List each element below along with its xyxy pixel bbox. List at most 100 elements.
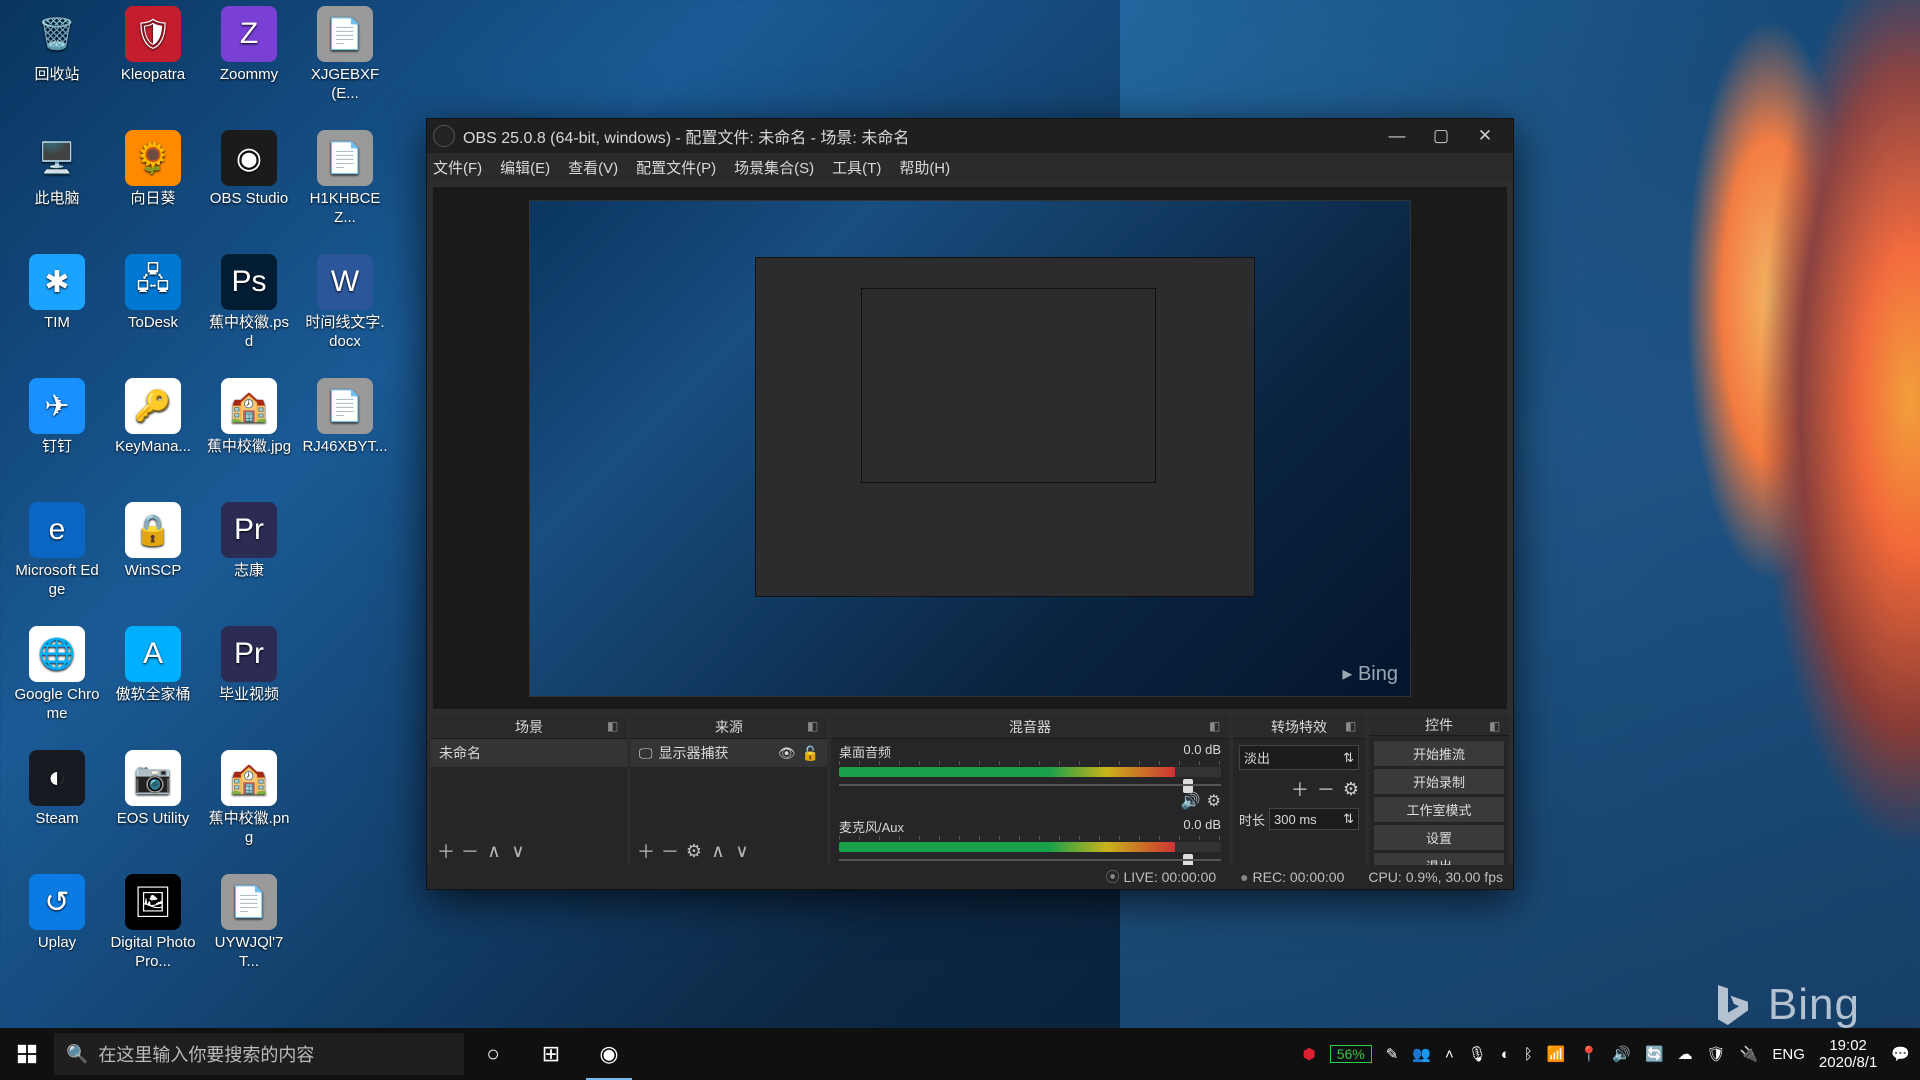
up-icon[interactable]: ∧ [709,841,727,862]
add-icon[interactable]: ＋ [637,838,655,864]
titlebar[interactable]: OBS 25.0.8 (64-bit, windows) - 配置文件: 未命名… [427,119,1513,153]
popout-icon[interactable]: ◧ [807,719,823,735]
settings-icon[interactable]: ⚙ [1207,791,1221,811]
desktop-icon[interactable]: 📄H1KHBCEZ... [302,130,388,228]
control-button[interactable]: 设置 [1373,824,1505,851]
desktop-icon[interactable]: ✈钉钉 [14,378,100,457]
popout-icon[interactable]: ◧ [607,719,623,735]
up-icon[interactable]: ∧ [485,841,503,862]
tray-people-icon[interactable]: 👥 [1412,1045,1431,1063]
desktop-icon[interactable]: 📄XJGEBXF(E... [302,6,388,104]
desktop-icon[interactable]: 🔑KeyMana... [110,378,196,457]
remove-icon[interactable]: － [461,838,479,864]
maximize-button[interactable]: ▢ [1419,122,1463,150]
remove-icon[interactable]: － [661,838,679,864]
tray-pen-icon[interactable]: ✎ [1386,1045,1399,1063]
lock-icon[interactable]: 🔓 [802,745,819,762]
close-button[interactable]: ✕ [1463,122,1507,150]
settings-icon[interactable]: ⚙ [685,841,703,862]
tray-steam-icon[interactable]: ◐ [1501,1046,1510,1063]
tray-app-icon[interactable]: ⬢ [1303,1045,1316,1063]
desktop-icon[interactable]: 🖥️此电脑 [14,130,100,209]
tray-sync-icon[interactable]: 🔄 [1645,1045,1664,1063]
preview-area[interactable]: ▸ Bing [433,187,1507,709]
minimize-button[interactable]: — [1375,122,1419,150]
desktop-icon[interactable]: 🌻向日葵 [110,130,196,209]
tray-location-icon[interactable]: 📍 [1580,1045,1599,1063]
menu-item[interactable]: 查看(V) [568,157,618,178]
notifications-button[interactable]: 💬 [1891,1045,1910,1063]
transition-select[interactable]: 淡出⇅ [1239,745,1359,770]
menu-item[interactable]: 编辑(E) [500,157,550,178]
taskbar-clock[interactable]: 19:02 2020/8/1 [1819,1037,1877,1072]
desktop-icon[interactable]: 🖼Digital Photo Pro... [110,874,196,972]
vu-meter [839,767,1221,777]
popout-icon[interactable]: ◧ [1489,719,1505,735]
desktop-icon[interactable]: 📄UYWJQl'7T... [206,874,292,972]
desktop-icon[interactable]: 🔒WinSCP [110,502,196,581]
tray-security-icon[interactable]: 🛡 [1707,1045,1726,1063]
add-icon[interactable]: ＋ [1291,776,1309,802]
menu-item[interactable]: 帮助(H) [899,157,950,178]
cortana-button[interactable]: ○ [464,1028,522,1080]
duration-input[interactable]: 300 ms⇅ [1269,808,1359,830]
desktop-icon[interactable]: 🖧ToDesk [110,254,196,333]
visibility-icon[interactable]: 👁 [778,745,796,762]
desktop-icon[interactable]: 📷EOS Utility [110,750,196,829]
menu-item[interactable]: 配置文件(P) [636,157,716,178]
tray-onedrive-icon[interactable]: ☁ [1678,1045,1693,1063]
tray-lang[interactable]: ENG [1772,1046,1805,1063]
desktop-icon[interactable]: 🏫蕉中校徽.png [206,750,292,848]
desktop-icon[interactable]: W时间线文字.docx [302,254,388,352]
volume-slider[interactable] [839,854,1221,865]
docks: 场景◧ 未命名 ＋ － ∧ ∨ 来源◧ 🖵 显示器捕获 👁 🔓 [427,715,1513,865]
tray-volume-icon[interactable]: 🔊 [1612,1045,1631,1063]
volume-slider[interactable] [839,779,1221,791]
desktop-icon[interactable]: A傲软全家桶 [110,626,196,705]
desktop-icon[interactable]: 🏫蕉中校徽.jpg [206,378,292,457]
settings-icon[interactable]: ⚙ [1343,779,1359,800]
desktop-icon[interactable]: ZZoommy [206,6,292,85]
desktop-icon[interactable]: eMicrosoft Edge [14,502,100,600]
desktop-icon[interactable]: Ps蕉中校徽.psd [206,254,292,352]
down-icon[interactable]: ∨ [509,841,527,862]
menu-item[interactable]: 文件(F) [433,157,482,178]
duration-label: 时长 [1239,810,1265,829]
source-item[interactable]: 🖵 显示器捕获 👁 🔓 [631,739,827,767]
control-button[interactable]: 开始录制 [1373,768,1505,795]
desktop-icon[interactable]: ◉OBS Studio [206,130,292,209]
start-button[interactable] [0,1028,54,1080]
control-button[interactable]: 开始推流 [1373,740,1505,767]
task-view-button[interactable]: ⊞ [522,1028,580,1080]
scene-item[interactable]: 未命名 [431,739,627,767]
add-icon[interactable]: ＋ [437,838,455,864]
control-button[interactable]: 工作室模式 [1373,796,1505,823]
battery-indicator[interactable]: 56% [1330,1045,1372,1063]
remove-icon[interactable]: － [1317,776,1335,802]
tray-mic-icon[interactable]: 🎙 [1468,1045,1487,1063]
tray-power-icon[interactable]: 🔌 [1740,1045,1759,1063]
menu-item[interactable]: 工具(T) [832,157,881,178]
desktop-icon[interactable]: ◐Steam [14,750,100,829]
obs-window: OBS 25.0.8 (64-bit, windows) - 配置文件: 未命名… [426,118,1514,890]
speaker-icon[interactable]: 🔊 [1181,791,1201,811]
desktop-icon[interactable]: 📄RJ46XBYT... [302,378,388,457]
tray-wifi-icon[interactable]: 📶 [1547,1045,1566,1063]
desktop-icon[interactable]: Pr志康 [206,502,292,581]
popout-icon[interactable]: ◧ [1209,719,1225,735]
desktop-icon[interactable]: 🌐Google Chrome [14,626,100,724]
popout-icon[interactable]: ◧ [1345,719,1361,735]
tray-chevron-icon[interactable]: ˄ [1445,1046,1454,1063]
menu-item[interactable]: 场景集合(S) [734,157,814,178]
search-box[interactable]: 🔍 在这里输入你要搜索的内容 [54,1033,464,1075]
desktop-icon[interactable]: ✱TIM [14,254,100,333]
statusbar: ⦿ LIVE: 00:00:00 ● REC: 00:00:00 CPU: 0.… [427,865,1513,889]
desktop-icon[interactable]: Pr毕业视频 [206,626,292,705]
window-title: OBS 25.0.8 (64-bit, windows) - 配置文件: 未命名… [463,124,1375,148]
desktop-icon[interactable]: 🗑️回收站 [14,6,100,85]
down-icon[interactable]: ∨ [733,841,751,862]
desktop-icon[interactable]: ↺Uplay [14,874,100,953]
desktop-icon[interactable]: 🛡Kleopatra [110,6,196,85]
tray-bluetooth-icon[interactable]: ᛒ [1524,1046,1533,1063]
taskbar-obs[interactable]: ◉ [580,1028,638,1080]
